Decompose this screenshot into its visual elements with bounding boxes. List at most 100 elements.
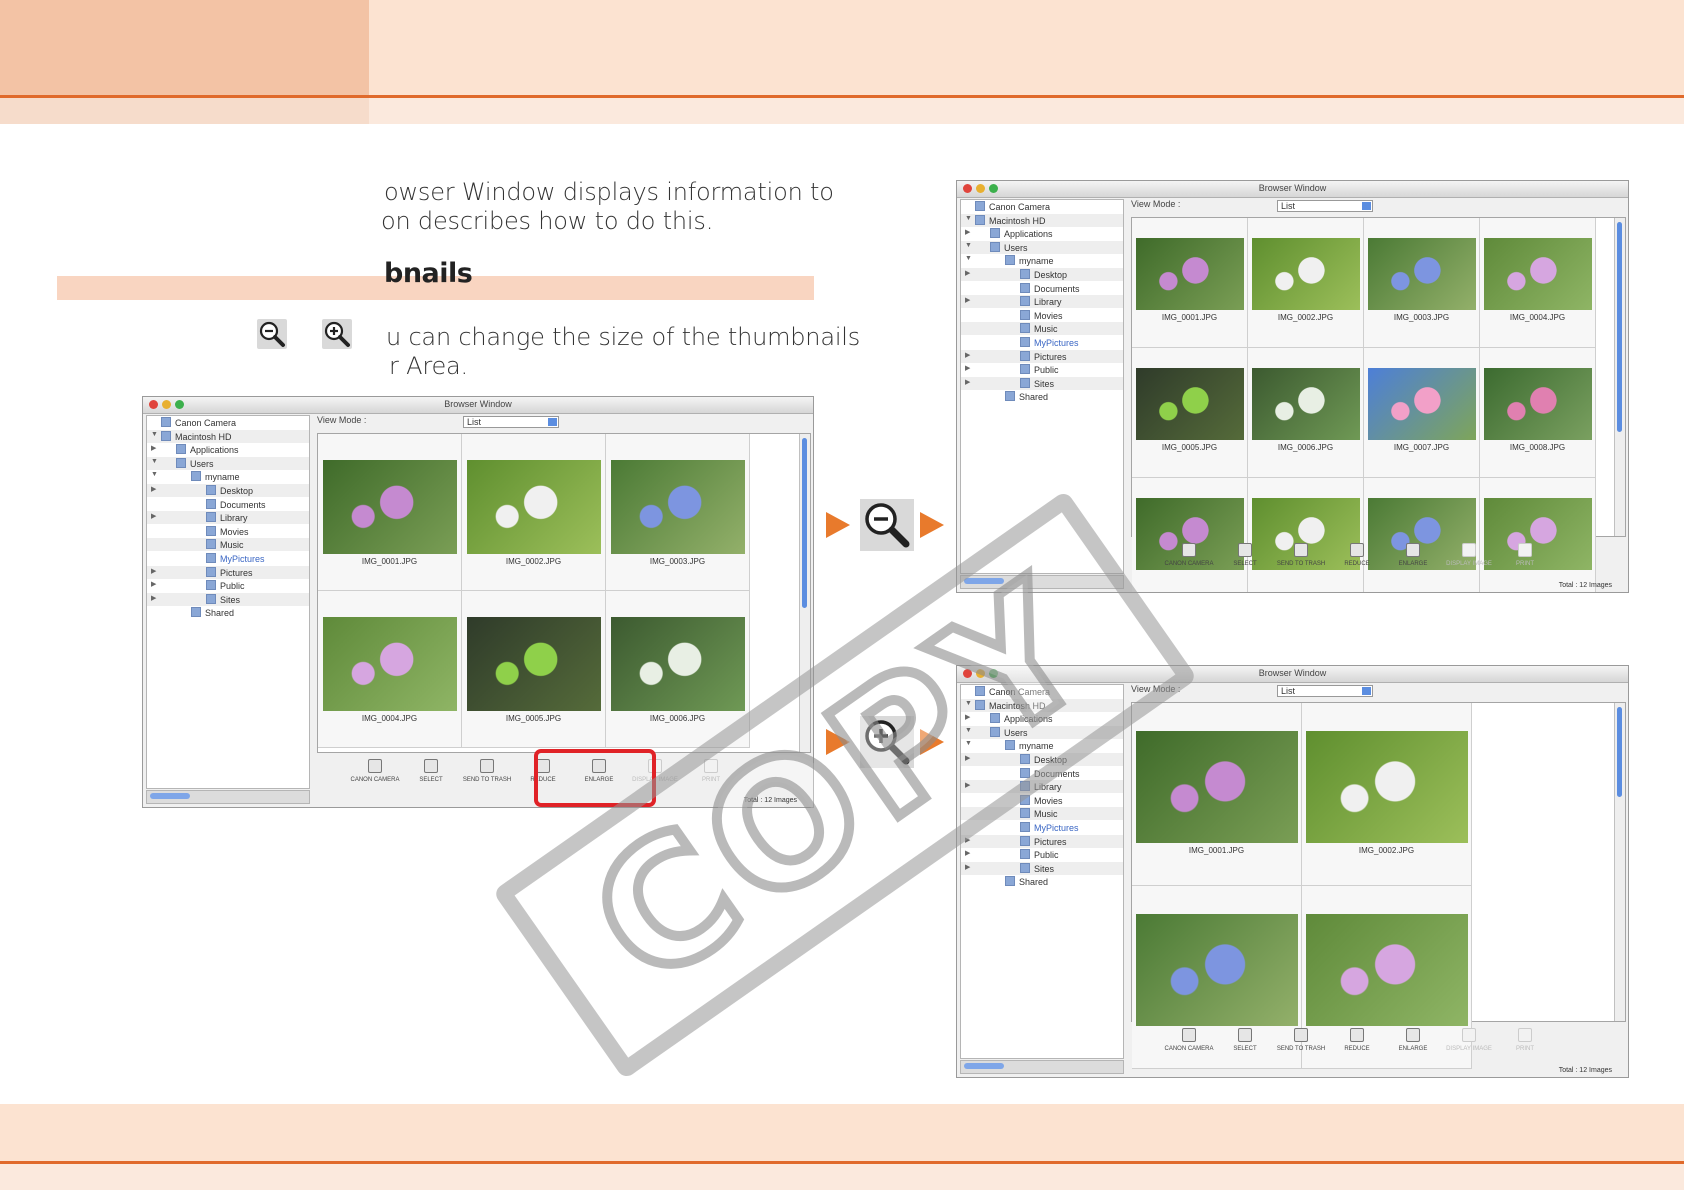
folder-tree-item[interactable]: ▶ Applications <box>961 227 1123 240</box>
disclosure-triangle-icon[interactable]: ▶ <box>965 863 970 871</box>
thumbnail-image[interactable] <box>467 460 601 554</box>
folder-tree[interactable]: Canon Camera ▼ Macintosh HD ▶ Applications ▼ U… <box>146 415 310 789</box>
thumbnail-image[interactable] <box>1136 731 1298 843</box>
thumbnail-image[interactable] <box>467 617 601 711</box>
select-button[interactable]: SELECT <box>403 757 459 783</box>
disclosure-triangle-icon[interactable]: ▶ <box>965 378 970 386</box>
disclosure-triangle-icon[interactable]: ▼ <box>151 458 158 465</box>
reduce-button[interactable]: REDUCE <box>1329 541 1385 567</box>
select-arrow-icon[interactable] <box>1362 202 1371 210</box>
folder-tree-item[interactable]: ▶ Desktop <box>961 268 1123 281</box>
thumbnail-image[interactable] <box>323 617 457 711</box>
folder-tree-item[interactable]: ▶ Sites <box>961 376 1123 390</box>
thumbnail-image[interactable] <box>1252 368 1360 440</box>
thumbnail-cell[interactable]: IMG_0001.JPG <box>1132 218 1248 348</box>
folder-tree-item[interactable]: ▼ Users <box>147 456 309 470</box>
folder-tree-item[interactable]: ▶ Sites <box>147 592 309 606</box>
thumbnail-image[interactable] <box>1484 238 1592 310</box>
scrollbar-thumb[interactable] <box>964 1063 1004 1069</box>
folder-tree-item[interactable]: Music <box>961 322 1123 336</box>
folder-tree-item[interactable]: ▶ Pictures <box>961 349 1123 363</box>
view-mode-select[interactable]: List <box>1277 200 1373 212</box>
title-bar[interactable]: Browser Window <box>957 181 1628 198</box>
folder-tree-item[interactable]: Shared <box>961 390 1123 403</box>
scrollbar-thumb[interactable] <box>1617 707 1622 797</box>
thumbnail-cell[interactable]: IMG_0004.JPG <box>1480 218 1596 348</box>
enlarge-button[interactable]: ENLARGE <box>1385 1026 1441 1052</box>
thumbnail-image[interactable] <box>1136 368 1244 440</box>
scrollbar-thumb[interactable] <box>1617 222 1622 432</box>
folder-tree-item[interactable]: MyPictures <box>961 336 1123 349</box>
folder-tree-item[interactable]: ▼ Macintosh HD <box>961 213 1123 227</box>
folder-tree-item[interactable]: Movies <box>961 309 1123 322</box>
scrollbar-thumb[interactable] <box>802 438 807 608</box>
canon-camera-button[interactable]: CANON CAMERA <box>1161 541 1217 567</box>
disclosure-triangle-icon[interactable]: ▶ <box>965 228 970 236</box>
send-to-trash-button[interactable]: SEND TO TRASH <box>459 757 515 783</box>
thumbnail-cell[interactable]: IMG_0004.JPG <box>318 591 462 748</box>
disclosure-triangle-icon[interactable]: ▼ <box>151 431 158 438</box>
disclosure-triangle-icon[interactable]: ▶ <box>151 512 156 520</box>
canon-camera-button[interactable]: CANON CAMERA <box>347 757 403 783</box>
select-button[interactable]: SELECT <box>1217 1026 1273 1052</box>
folder-tree-item[interactable]: ▶ Sites <box>961 861 1123 875</box>
thumbnail-image[interactable] <box>323 460 457 554</box>
thumbnail-cell[interactable]: IMG_0005.JPG <box>1132 348 1248 478</box>
vertical-scrollbar[interactable] <box>1614 703 1625 1021</box>
reduce-button[interactable]: REDUCE <box>1329 1026 1385 1052</box>
folder-tree-item[interactable]: MyPictures <box>147 552 309 565</box>
folder-tree-item[interactable]: ▶ Public <box>147 579 309 592</box>
display-image-button[interactable]: DISPLAY IMAGE <box>1441 541 1497 567</box>
thumbnail-cell[interactable]: IMG_0008.JPG <box>1480 348 1596 478</box>
folder-tree-item[interactable]: ▶ Applications <box>147 443 309 456</box>
send-to-trash-button[interactable]: SEND TO TRASH <box>1273 1026 1329 1052</box>
folder-tree-item[interactable]: ▶ Pictures <box>961 834 1123 848</box>
thumbnail-cell[interactable]: IMG_0003.JPG <box>606 434 750 591</box>
thumbnail-image[interactable] <box>1136 914 1298 1026</box>
thumbnail-image[interactable] <box>1368 238 1476 310</box>
folder-tree-item[interactable]: ▶ Public <box>961 848 1123 861</box>
folder-tree-item[interactable]: ▼ myname <box>147 470 309 483</box>
disclosure-triangle-icon[interactable]: ▶ <box>151 444 156 452</box>
disclosure-triangle-icon[interactable]: ▶ <box>965 351 970 359</box>
folder-tree-item[interactable]: ▼ myname <box>961 254 1123 267</box>
thumbnail-cell[interactable]: IMG_0006.JPG <box>606 591 750 748</box>
thumbnail-image[interactable] <box>1306 914 1468 1026</box>
print-button[interactable]: PRINT <box>1497 541 1553 567</box>
thumbnail-image[interactable] <box>1484 368 1592 440</box>
folder-tree-item[interactable]: ▶ Public <box>961 363 1123 376</box>
thumbnail-cell[interactable]: IMG_0002.JPG <box>1302 703 1472 886</box>
disclosure-triangle-icon[interactable]: ▼ <box>965 255 972 262</box>
folder-tree-item[interactable]: ▼ Macintosh HD <box>147 429 309 443</box>
disclosure-triangle-icon[interactable]: ▼ <box>965 215 972 222</box>
folder-tree-item[interactable]: Music <box>147 538 309 552</box>
thumbnail-cell[interactable]: IMG_0001.JPG <box>318 434 462 591</box>
view-mode-select[interactable]: List <box>1277 685 1373 697</box>
disclosure-triangle-icon[interactable]: ▶ <box>151 580 156 588</box>
thumbnail-cell[interactable]: IMG_0002.JPG <box>1248 218 1364 348</box>
title-bar[interactable]: Browser Window <box>143 397 813 414</box>
disclosure-triangle-icon[interactable]: ▼ <box>151 471 158 478</box>
thumbnail-cell[interactable]: IMG_0005.JPG <box>462 591 606 748</box>
thumbnail-area[interactable]: IMG_0001.JPG IMG_0002.JPG IMG_0003.JPG IMG_… <box>317 433 811 753</box>
thumbnail-image[interactable] <box>1136 238 1244 310</box>
canon-camera-button[interactable]: CANON CAMERA <box>1161 1026 1217 1052</box>
thumbnail-image[interactable] <box>1252 238 1360 310</box>
folder-tree-item[interactable]: Canon Camera <box>147 416 309 429</box>
scrollbar-thumb[interactable] <box>150 793 190 799</box>
disclosure-triangle-icon[interactable]: ▶ <box>965 296 970 304</box>
folder-tree-item[interactable]: Shared <box>147 606 309 619</box>
folder-tree-item[interactable]: Shared <box>961 875 1123 888</box>
thumbnail-cell[interactable]: IMG_0007.JPG <box>1364 348 1480 478</box>
disclosure-triangle-icon[interactable]: ▶ <box>965 269 970 277</box>
enlarge-button[interactable]: ENLARGE <box>1385 541 1441 567</box>
horizontal-scrollbar[interactable] <box>960 1060 1124 1074</box>
select-arrow-icon[interactable] <box>548 418 557 426</box>
folder-tree-item[interactable]: ▶ Library <box>961 295 1123 309</box>
thumbnail-cell[interactable]: IMG_0002.JPG <box>462 434 606 591</box>
folder-tree-item[interactable]: Movies <box>147 525 309 538</box>
select-button[interactable]: SELECT <box>1217 541 1273 567</box>
vertical-scrollbar[interactable] <box>1614 218 1625 536</box>
folder-tree-item[interactable]: ▶ Pictures <box>147 565 309 579</box>
folder-tree-item[interactable]: Documents <box>961 282 1123 295</box>
